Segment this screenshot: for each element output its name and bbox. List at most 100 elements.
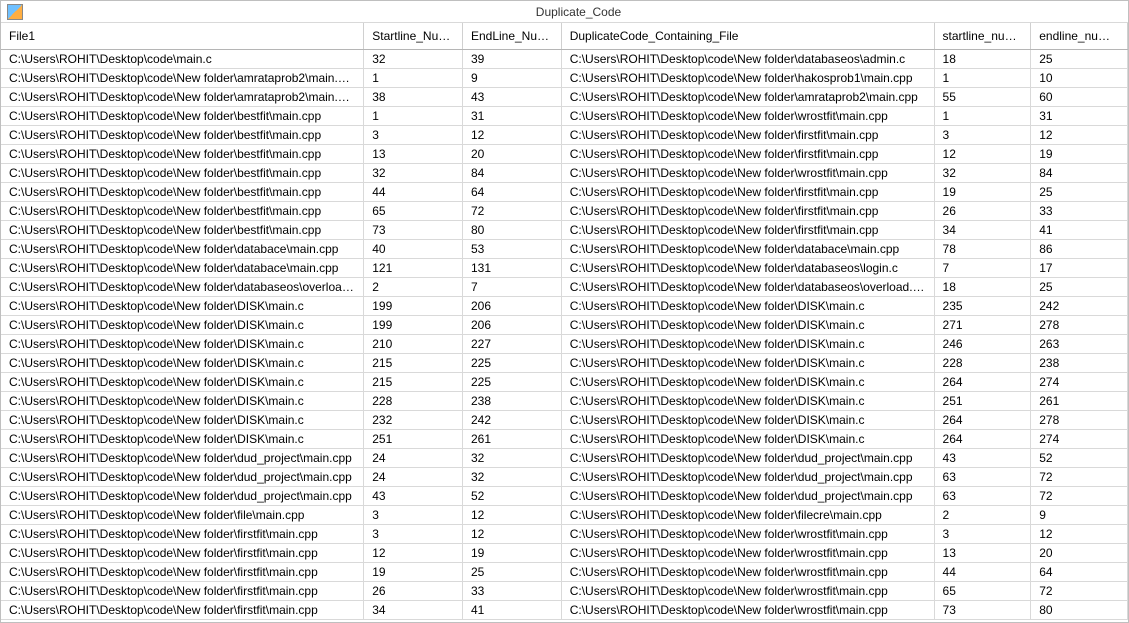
cell-file1: C:\Users\ROHIT\Desktop\code\New folder\D… [1,297,364,316]
cell-start1: 32 [364,50,463,69]
col-file1[interactable]: File1 [1,23,364,50]
cell-file2: C:\Users\ROHIT\Desktop\code\New folder\D… [561,373,934,392]
cell-start1: 199 [364,316,463,335]
table-row[interactable]: C:\Users\ROHIT\Desktop\code\New folder\D… [1,335,1128,354]
cell-file1: C:\Users\ROHIT\Desktop\code\New folder\b… [1,145,364,164]
cell-start1: 3 [364,506,463,525]
cell-start2: 264 [934,430,1031,449]
cell-end1: 261 [462,430,561,449]
table-row[interactable]: C:\Users\ROHIT\Desktop\code\New folder\b… [1,202,1128,221]
cell-file2: C:\Users\ROHIT\Desktop\code\New folder\D… [561,430,934,449]
table-row[interactable]: C:\Users\ROHIT\Desktop\code\New folder\d… [1,278,1128,297]
table-row[interactable]: C:\Users\ROHIT\Desktop\code\New folder\f… [1,506,1128,525]
cell-file1: C:\Users\ROHIT\Desktop\code\New folder\d… [1,278,364,297]
col-file2[interactable]: DuplicateCode_Containing_File [561,23,934,50]
table-row[interactable]: C:\Users\ROHIT\Desktop\code\New folder\D… [1,297,1128,316]
cell-file2: C:\Users\ROHIT\Desktop\code\New folder\d… [561,50,934,69]
cell-start2: 18 [934,278,1031,297]
cell-end1: 32 [462,449,561,468]
cell-start1: 38 [364,88,463,107]
table-row[interactable]: C:\Users\ROHIT\Desktop\code\New folder\f… [1,525,1128,544]
table-row[interactable]: C:\Users\ROHIT\Desktop\code\New folder\D… [1,430,1128,449]
cell-start1: 24 [364,449,463,468]
table-row[interactable]: C:\Users\ROHIT\Desktop\code\New folder\b… [1,145,1128,164]
duplicate-code-table: File1 Startline_Number EndLine_Number Du… [1,23,1128,620]
col-endline1[interactable]: EndLine_Number [462,23,561,50]
col-endline2[interactable]: endline_number [1031,23,1128,50]
cell-end1: 25 [462,563,561,582]
cell-end1: 84 [462,164,561,183]
cell-end2: 72 [1031,468,1128,487]
table-row[interactable]: C:\Users\ROHIT\Desktop\code\New folder\D… [1,411,1128,430]
cell-file2: C:\Users\ROHIT\Desktop\code\New folder\f… [561,221,934,240]
table-row[interactable]: C:\Users\ROHIT\Desktop\code\New folder\b… [1,107,1128,126]
app-window: Duplicate_Code File1 Startline_Number En… [0,0,1129,623]
cell-end2: 19 [1031,145,1128,164]
cell-start2: 63 [934,487,1031,506]
cell-file2: C:\Users\ROHIT\Desktop\code\New folder\d… [561,278,934,297]
table-row[interactable]: C:\Users\ROHIT\Desktop\code\New folder\d… [1,259,1128,278]
table-row[interactable]: C:\Users\ROHIT\Desktop\code\New folder\a… [1,88,1128,107]
cell-end1: 64 [462,183,561,202]
cell-end2: 33 [1031,202,1128,221]
cell-end2: 261 [1031,392,1128,411]
table-scroll-area[interactable]: File1 Startline_Number EndLine_Number Du… [1,23,1128,622]
cell-start1: 3 [364,126,463,145]
cell-end1: 225 [462,373,561,392]
table-row[interactable]: C:\Users\ROHIT\Desktop\code\New folder\f… [1,563,1128,582]
cell-end1: 80 [462,221,561,240]
cell-end2: 274 [1031,430,1128,449]
table-row[interactable]: C:\Users\ROHIT\Desktop\code\New folder\D… [1,316,1128,335]
table-row[interactable]: C:\Users\ROHIT\Desktop\code\New folder\D… [1,354,1128,373]
table-row[interactable]: C:\Users\ROHIT\Desktop\code\New folder\b… [1,183,1128,202]
table-row[interactable]: C:\Users\ROHIT\Desktop\code\New folder\d… [1,240,1128,259]
cell-start2: 55 [934,88,1031,107]
cell-start1: 24 [364,468,463,487]
table-row[interactable]: C:\Users\ROHIT\Desktop\code\New folder\a… [1,69,1128,88]
cell-start2: 228 [934,354,1031,373]
cell-end1: 242 [462,411,561,430]
cell-start1: 65 [364,202,463,221]
cell-end1: 131 [462,259,561,278]
table-row[interactable]: C:\Users\ROHIT\Desktop\code\New folder\f… [1,601,1128,620]
cell-start2: 264 [934,373,1031,392]
cell-end2: 20 [1031,544,1128,563]
cell-start2: 7 [934,259,1031,278]
cell-file1: C:\Users\ROHIT\Desktop\code\New folder\D… [1,392,364,411]
table-row[interactable]: C:\Users\ROHIT\Desktop\code\New folder\d… [1,487,1128,506]
cell-start1: 32 [364,164,463,183]
cell-file2: C:\Users\ROHIT\Desktop\code\New folder\w… [561,107,934,126]
table-row[interactable]: C:\Users\ROHIT\Desktop\code\New folder\b… [1,221,1128,240]
cell-start1: 3 [364,525,463,544]
cell-end2: 86 [1031,240,1128,259]
table-row[interactable]: C:\Users\ROHIT\Desktop\code\New folder\D… [1,373,1128,392]
table-row[interactable]: C:\Users\ROHIT\Desktop\code\New folder\d… [1,449,1128,468]
cell-start2: 264 [934,411,1031,430]
cell-file1: C:\Users\ROHIT\Desktop\code\New folder\d… [1,259,364,278]
cell-start2: 34 [934,221,1031,240]
cell-file1: C:\Users\ROHIT\Desktop\code\New folder\f… [1,544,364,563]
table-header: File1 Startline_Number EndLine_Number Du… [1,23,1128,50]
cell-file2: C:\Users\ROHIT\Desktop\code\New folder\f… [561,202,934,221]
table-row[interactable]: C:\Users\ROHIT\Desktop\code\New folder\f… [1,582,1128,601]
cell-start1: 215 [364,373,463,392]
table-row[interactable]: C:\Users\ROHIT\Desktop\code\New folder\f… [1,544,1128,563]
cell-end1: 32 [462,468,561,487]
table-row[interactable]: C:\Users\ROHIT\Desktop\code\New folder\D… [1,392,1128,411]
cell-end2: 41 [1031,221,1128,240]
col-startline1[interactable]: Startline_Number [364,23,463,50]
table-row[interactable]: C:\Users\ROHIT\Desktop\code\New folder\b… [1,126,1128,145]
table-row[interactable]: C:\Users\ROHIT\Desktop\code\New folder\b… [1,164,1128,183]
col-startline2[interactable]: startline_number [934,23,1031,50]
cell-end1: 53 [462,240,561,259]
titlebar[interactable]: Duplicate_Code [1,1,1128,23]
cell-file1: C:\Users\ROHIT\Desktop\code\New folder\d… [1,487,364,506]
cell-file1: C:\Users\ROHIT\Desktop\code\New folder\d… [1,468,364,487]
cell-file1: C:\Users\ROHIT\Desktop\code\New folder\D… [1,354,364,373]
cell-file1: C:\Users\ROHIT\Desktop\code\New folder\b… [1,221,364,240]
cell-end1: 52 [462,487,561,506]
cell-start2: 19 [934,183,1031,202]
cell-start2: 235 [934,297,1031,316]
table-row[interactable]: C:\Users\ROHIT\Desktop\code\New folder\d… [1,468,1128,487]
table-row[interactable]: C:\Users\ROHIT\Desktop\code\main.c3239C:… [1,50,1128,69]
